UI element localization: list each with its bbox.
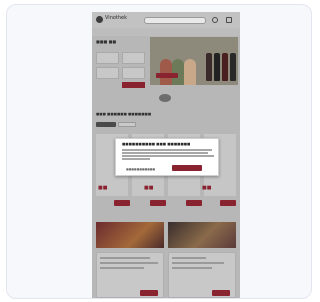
text-line <box>172 267 212 269</box>
seal-icon <box>159 94 171 102</box>
text-line <box>100 267 144 269</box>
hero-person <box>160 59 172 85</box>
account-icon[interactable] <box>212 17 218 23</box>
cookie-text-line <box>122 149 212 151</box>
filter-tab-active[interactable] <box>96 122 116 127</box>
filter-tab[interactable] <box>118 122 136 127</box>
promo-banner[interactable] <box>168 222 236 248</box>
cart-icon[interactable] <box>226 17 232 23</box>
bottle-image <box>214 53 220 81</box>
product-price: ■■ <box>202 185 212 191</box>
add-to-cart-button[interactable] <box>220 200 236 206</box>
text-line <box>172 257 206 259</box>
category-tile[interactable] <box>96 67 119 79</box>
logo-text: Vinothek <box>105 15 128 21</box>
category-button[interactable] <box>122 82 145 88</box>
text-line <box>100 262 158 264</box>
category-tile[interactable] <box>122 52 145 64</box>
cookie-modal-title: ■■■■■■■■■■ ■■■ ■■■■■■■ <box>122 142 191 146</box>
logo-icon <box>96 16 103 23</box>
accept-cookies-button[interactable] <box>172 165 202 171</box>
cookie-consent-modal: ■■■■■■■■■■ ■■■ ■■■■■■■ ■■■■■■■■■■■ <box>115 138 219 176</box>
add-to-cart-button[interactable] <box>186 200 202 206</box>
site-header: Vinothek <box>92 12 240 28</box>
bottle-image <box>222 53 228 81</box>
bottle-image <box>230 53 236 81</box>
category-tile[interactable] <box>96 52 119 64</box>
product-price: ■■ <box>144 185 154 191</box>
cookie-text-line <box>122 155 214 157</box>
category-title: ■■■ ■■ <box>96 39 117 44</box>
hero-cta-button[interactable] <box>156 73 178 78</box>
hero-banner[interactable] <box>150 37 238 85</box>
add-to-cart-button[interactable] <box>114 200 130 206</box>
text-line <box>100 257 150 259</box>
text-line <box>172 262 224 264</box>
category-tile[interactable] <box>122 67 145 79</box>
main-nav <box>92 28 240 36</box>
cookie-text-line <box>122 158 150 160</box>
section-title: ■■■ ■■■■■■ ■■■■■■■ <box>96 112 152 116</box>
add-to-cart-button[interactable] <box>150 200 166 206</box>
panel-button[interactable] <box>140 290 158 296</box>
bottle-image <box>206 53 212 81</box>
hero-person <box>184 59 196 85</box>
product-price: ■■ <box>98 185 108 191</box>
promo-banner[interactable] <box>96 222 164 248</box>
cookie-settings-link[interactable]: ■■■■■■■■■■■ <box>126 167 155 171</box>
panel-button[interactable] <box>212 290 230 296</box>
search-input[interactable] <box>144 17 206 24</box>
cookie-text-line <box>122 152 208 154</box>
hero-person <box>172 59 184 85</box>
